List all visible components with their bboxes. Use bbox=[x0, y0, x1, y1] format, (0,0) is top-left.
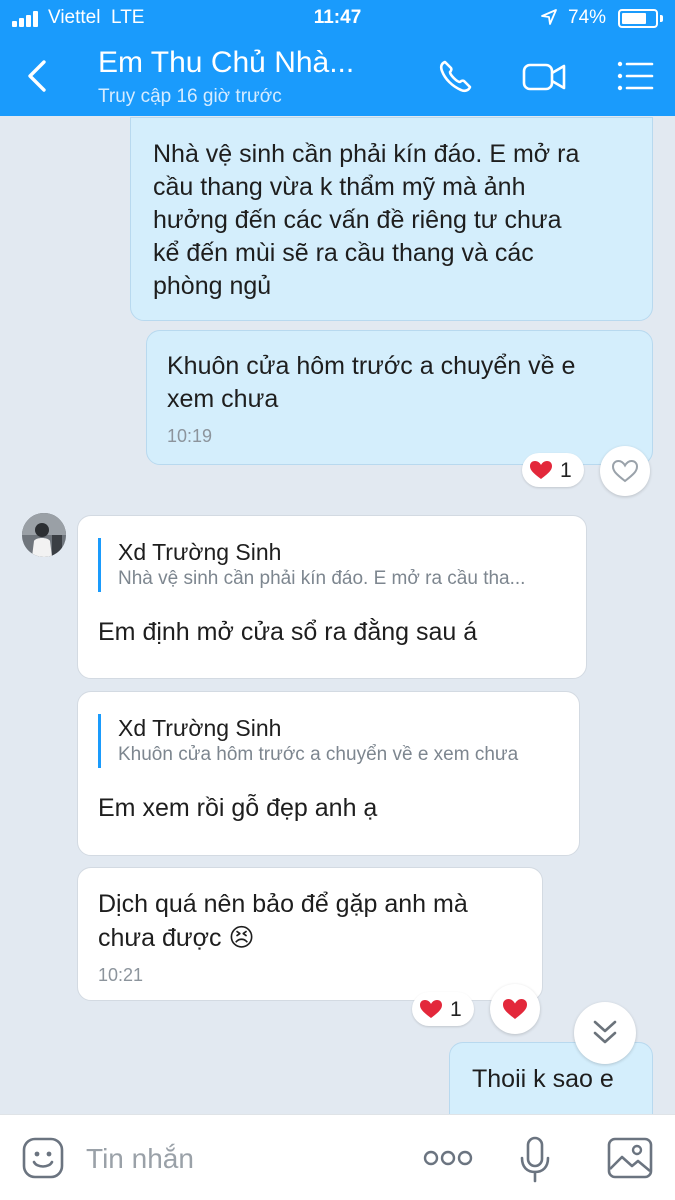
battery-percent: 74% bbox=[568, 7, 607, 28]
battery-icon bbox=[618, 9, 658, 28]
heart-icon bbox=[420, 1000, 442, 1018]
message-text: Em định mở cửa sổ ra đằng sau á bbox=[98, 618, 478, 646]
battery-tip bbox=[660, 15, 663, 22]
chat-title[interactable]: Em Thu Chủ Nhà... bbox=[98, 46, 354, 80]
outgoing-message[interactable]: Nhà vệ sinh cần phải kín đáo. E mở ra cầ… bbox=[130, 117, 653, 321]
chevron-left-icon[interactable] bbox=[22, 58, 54, 94]
incoming-message[interactable]: Dịch quá nên bảo để gặp anh mà chưa được… bbox=[77, 867, 543, 1001]
avatar-image bbox=[22, 513, 66, 557]
message-input[interactable]: Tin nhắn bbox=[86, 1143, 194, 1175]
emoji-persevering: 😣 bbox=[228, 923, 255, 952]
heart-outline-icon bbox=[611, 459, 639, 483]
scroll-down-button[interactable] bbox=[574, 1002, 636, 1064]
incoming-message[interactable]: Xd Trường Sinh Nhà vệ sinh cần phải kín … bbox=[77, 515, 587, 679]
location-arrow-icon bbox=[541, 9, 557, 25]
image-icon[interactable] bbox=[606, 1135, 654, 1181]
avatar[interactable] bbox=[22, 513, 66, 557]
message-text: Khuôn cửa hôm trước a chuyển về e xem ch… bbox=[167, 352, 576, 413]
scroll-down-icon bbox=[593, 1020, 617, 1044]
video-camera-icon[interactable] bbox=[520, 54, 568, 98]
reaction-count: 1 bbox=[450, 998, 462, 1021]
message-time: 10:19 bbox=[167, 426, 213, 446]
message-text: Em xem rồi gỗ đẹp anh ạ bbox=[98, 794, 378, 822]
reaction-count: 1 bbox=[560, 459, 572, 482]
quoted-sender: Xd Trường Sinh bbox=[118, 715, 282, 741]
quoted-message[interactable]: Xd Trường Sinh Nhà vệ sinh cần phải kín … bbox=[98, 538, 566, 592]
battery-fill bbox=[622, 13, 646, 24]
quoted-message[interactable]: Xd Trường Sinh Khuôn cửa hôm trước a chu… bbox=[98, 714, 559, 768]
sticker-icon[interactable] bbox=[20, 1135, 66, 1181]
reaction-count-badge[interactable]: 1 bbox=[412, 992, 474, 1026]
phone-icon[interactable] bbox=[434, 54, 478, 98]
quoted-text: Nhà vệ sinh cần phải kín đáo. E mở ra cầ… bbox=[118, 568, 526, 589]
message-text: Dịch quá nên bảo để gặp anh mà chưa được… bbox=[98, 888, 522, 955]
message-text: Nhà vệ sinh cần phải kín đáo. E mở ra cầ… bbox=[153, 140, 580, 300]
heart-icon bbox=[530, 461, 552, 479]
last-seen-status: Truy cập 16 giờ trước bbox=[98, 86, 282, 107]
status-bar: Viettel LTE 11:47 74% bbox=[0, 0, 675, 36]
reaction-count-badge[interactable]: 1 bbox=[522, 453, 584, 487]
quoted-sender: Xd Trường Sinh bbox=[118, 539, 282, 565]
more-dots-icon[interactable] bbox=[423, 1149, 473, 1167]
react-button[interactable] bbox=[600, 446, 650, 496]
message-input-bar: Tin nhắn bbox=[0, 1114, 675, 1200]
outgoing-message[interactable]: Khuôn cửa hôm trước a chuyển về e xem ch… bbox=[146, 330, 653, 465]
chat-header: Viettel LTE 11:47 74% Em Thu Chủ Nhà... … bbox=[0, 0, 675, 116]
message-text-content: Dịch quá nên bảo để gặp anh mà chưa được bbox=[98, 890, 468, 952]
incoming-message[interactable]: Xd Trường Sinh Khuôn cửa hôm trước a chu… bbox=[77, 691, 580, 856]
message-time: 10:21 bbox=[98, 965, 144, 985]
microphone-icon[interactable] bbox=[517, 1135, 553, 1185]
react-button[interactable] bbox=[490, 984, 540, 1034]
quoted-text: Khuôn cửa hôm trước a chuyển về e xem ch… bbox=[118, 744, 519, 765]
heart-icon bbox=[503, 999, 527, 1019]
message-text: Thoii k sao e bbox=[472, 1065, 614, 1093]
menu-list-icon[interactable] bbox=[612, 54, 656, 98]
